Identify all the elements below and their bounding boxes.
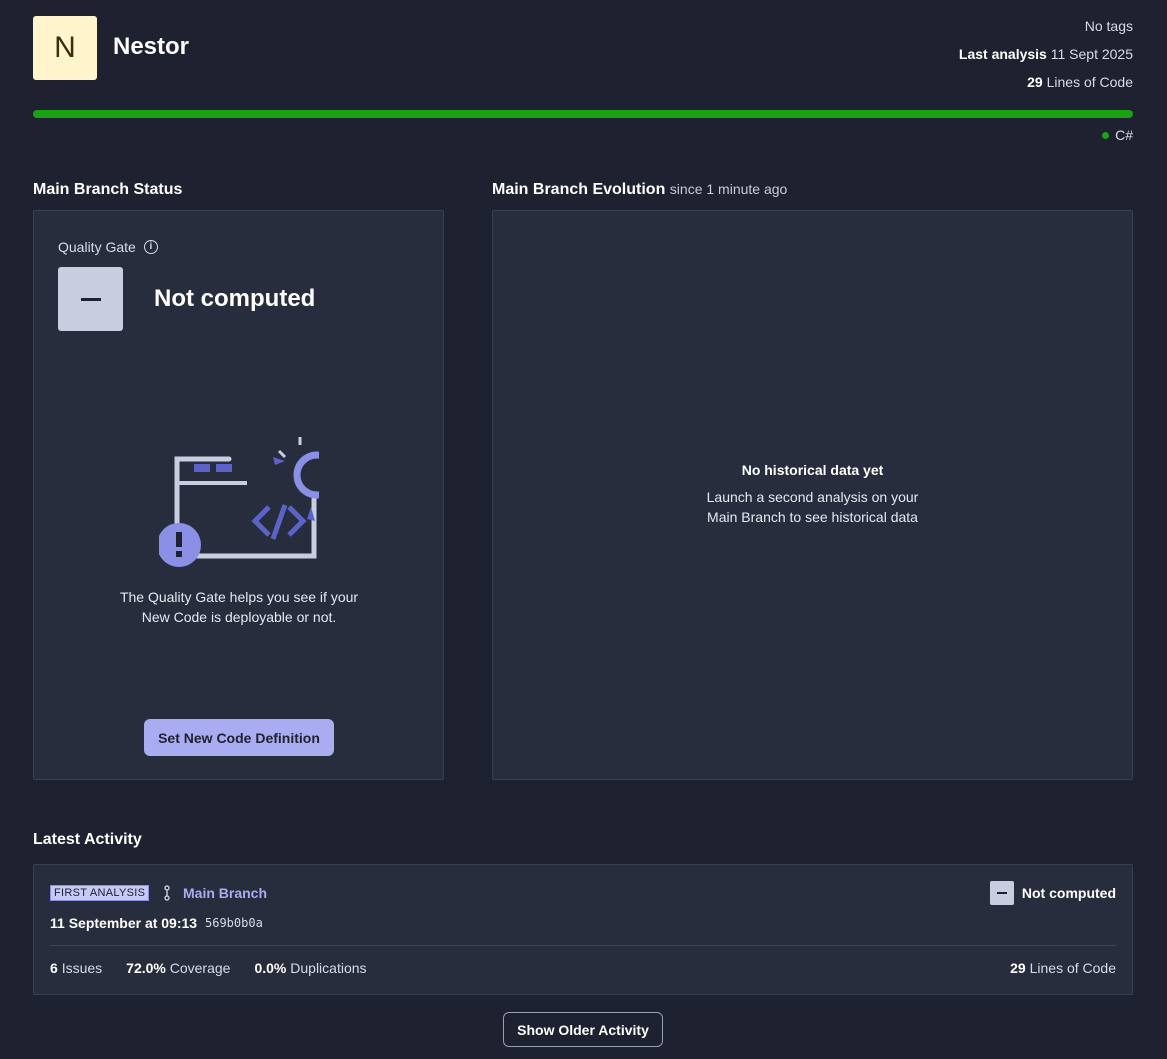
last-analysis: Last analysis 11 Sept 2025 <box>959 40 1133 68</box>
activity-status-text: Not computed <box>1021 885 1116 901</box>
evolution-empty-state: No historical data yet Launch a second a… <box>493 462 1132 527</box>
activity-lines-of-code: 29 Lines of Code <box>1010 960 1116 976</box>
dash-icon <box>989 881 1014 905</box>
coverage-label: Coverage <box>169 960 231 976</box>
evolution-title-text: Main Branch Evolution <box>492 181 666 198</box>
dash-icon <box>80 297 101 301</box>
main-branch-status-title: Main Branch Status <box>33 181 183 198</box>
activity-date: 11 September at 09:13 <box>50 915 198 931</box>
main-branch-evolution-title: Main Branch Evolution since 1 minute ago <box>492 181 787 199</box>
quality-gate-illustration-icon <box>159 437 319 567</box>
duplications-metric[interactable]: 0.0% Duplications <box>254 960 366 976</box>
project-overview-page: N Nestor No tags Last analysis 11 Sept 2… <box>0 0 1167 1059</box>
language-legend: C# <box>1102 127 1133 143</box>
lines-of-code-label: Lines of Code <box>1046 74 1133 90</box>
activity-quality-gate-status: Not computed <box>989 881 1116 905</box>
activity-divider <box>50 945 1116 946</box>
first-analysis-badge: FIRST ANALYSIS <box>50 885 150 901</box>
language-distribution-bar <box>33 110 1133 118</box>
latest-activity-title: Latest Activity <box>33 831 142 848</box>
lines-of-code-value: 29 <box>1027 74 1043 90</box>
quality-gate-label-row: Quality Gate i <box>58 239 158 255</box>
quality-gate-help-text: The Quality Gate helps you see if your N… <box>119 589 359 625</box>
duplications-label: Duplications <box>290 960 367 976</box>
evolution-card: No historical data yet Launch a second a… <box>492 210 1133 780</box>
set-new-code-definition-button[interactable]: Set New Code Definition <box>144 719 334 756</box>
activity-metrics: 6 Issues 72.0% Coverage 0.0% Duplication… <box>50 960 367 976</box>
evolution-empty-title: No historical data yet <box>741 462 884 478</box>
quality-gate-label: Quality Gate <box>58 239 136 255</box>
last-analysis-date: 11 Sept 2025 <box>1050 46 1133 62</box>
issues-value: 6 <box>50 960 58 976</box>
language-dot-icon <box>1102 131 1110 139</box>
issues-metric[interactable]: 6 Issues <box>50 960 102 976</box>
activity-loc-value: 29 <box>1010 960 1026 976</box>
evolution-since: since 1 minute ago <box>669 181 788 197</box>
lines-of-code: 29 Lines of Code <box>959 68 1133 96</box>
main-branch-link[interactable]: Main Branch <box>183 885 267 901</box>
quality-gate-status: Not computed <box>154 285 316 312</box>
issues-label: Issues <box>61 960 103 976</box>
info-icon[interactable]: i <box>143 240 158 254</box>
project-meta: No tags Last analysis 11 Sept 2025 29 Li… <box>959 12 1133 96</box>
branch-icon <box>164 885 170 901</box>
language-name: C# <box>1115 127 1133 143</box>
duplications-value: 0.0% <box>254 960 287 976</box>
activity-card: FIRST ANALYSIS Main Branch Not computed … <box>33 864 1133 995</box>
commit-hash: 569b0b0a <box>205 916 263 930</box>
evolution-empty-description: Launch a second analysis on your Main Br… <box>706 489 919 525</box>
last-analysis-label: Last analysis <box>958 46 1047 62</box>
show-older-activity-button[interactable]: Show Older Activity <box>503 1012 663 1047</box>
quality-gate-card: Quality Gate i Not computed The Quality … <box>33 210 444 780</box>
activity-loc-label: Lines of Code <box>1029 960 1116 976</box>
quality-gate-status-box <box>58 267 123 331</box>
project-avatar: N <box>33 16 97 80</box>
coverage-metric[interactable]: 72.0% Coverage <box>126 960 230 976</box>
project-tags[interactable]: No tags <box>959 12 1133 40</box>
project-name: Nestor <box>113 33 190 60</box>
coverage-value: 72.0% <box>126 960 166 976</box>
